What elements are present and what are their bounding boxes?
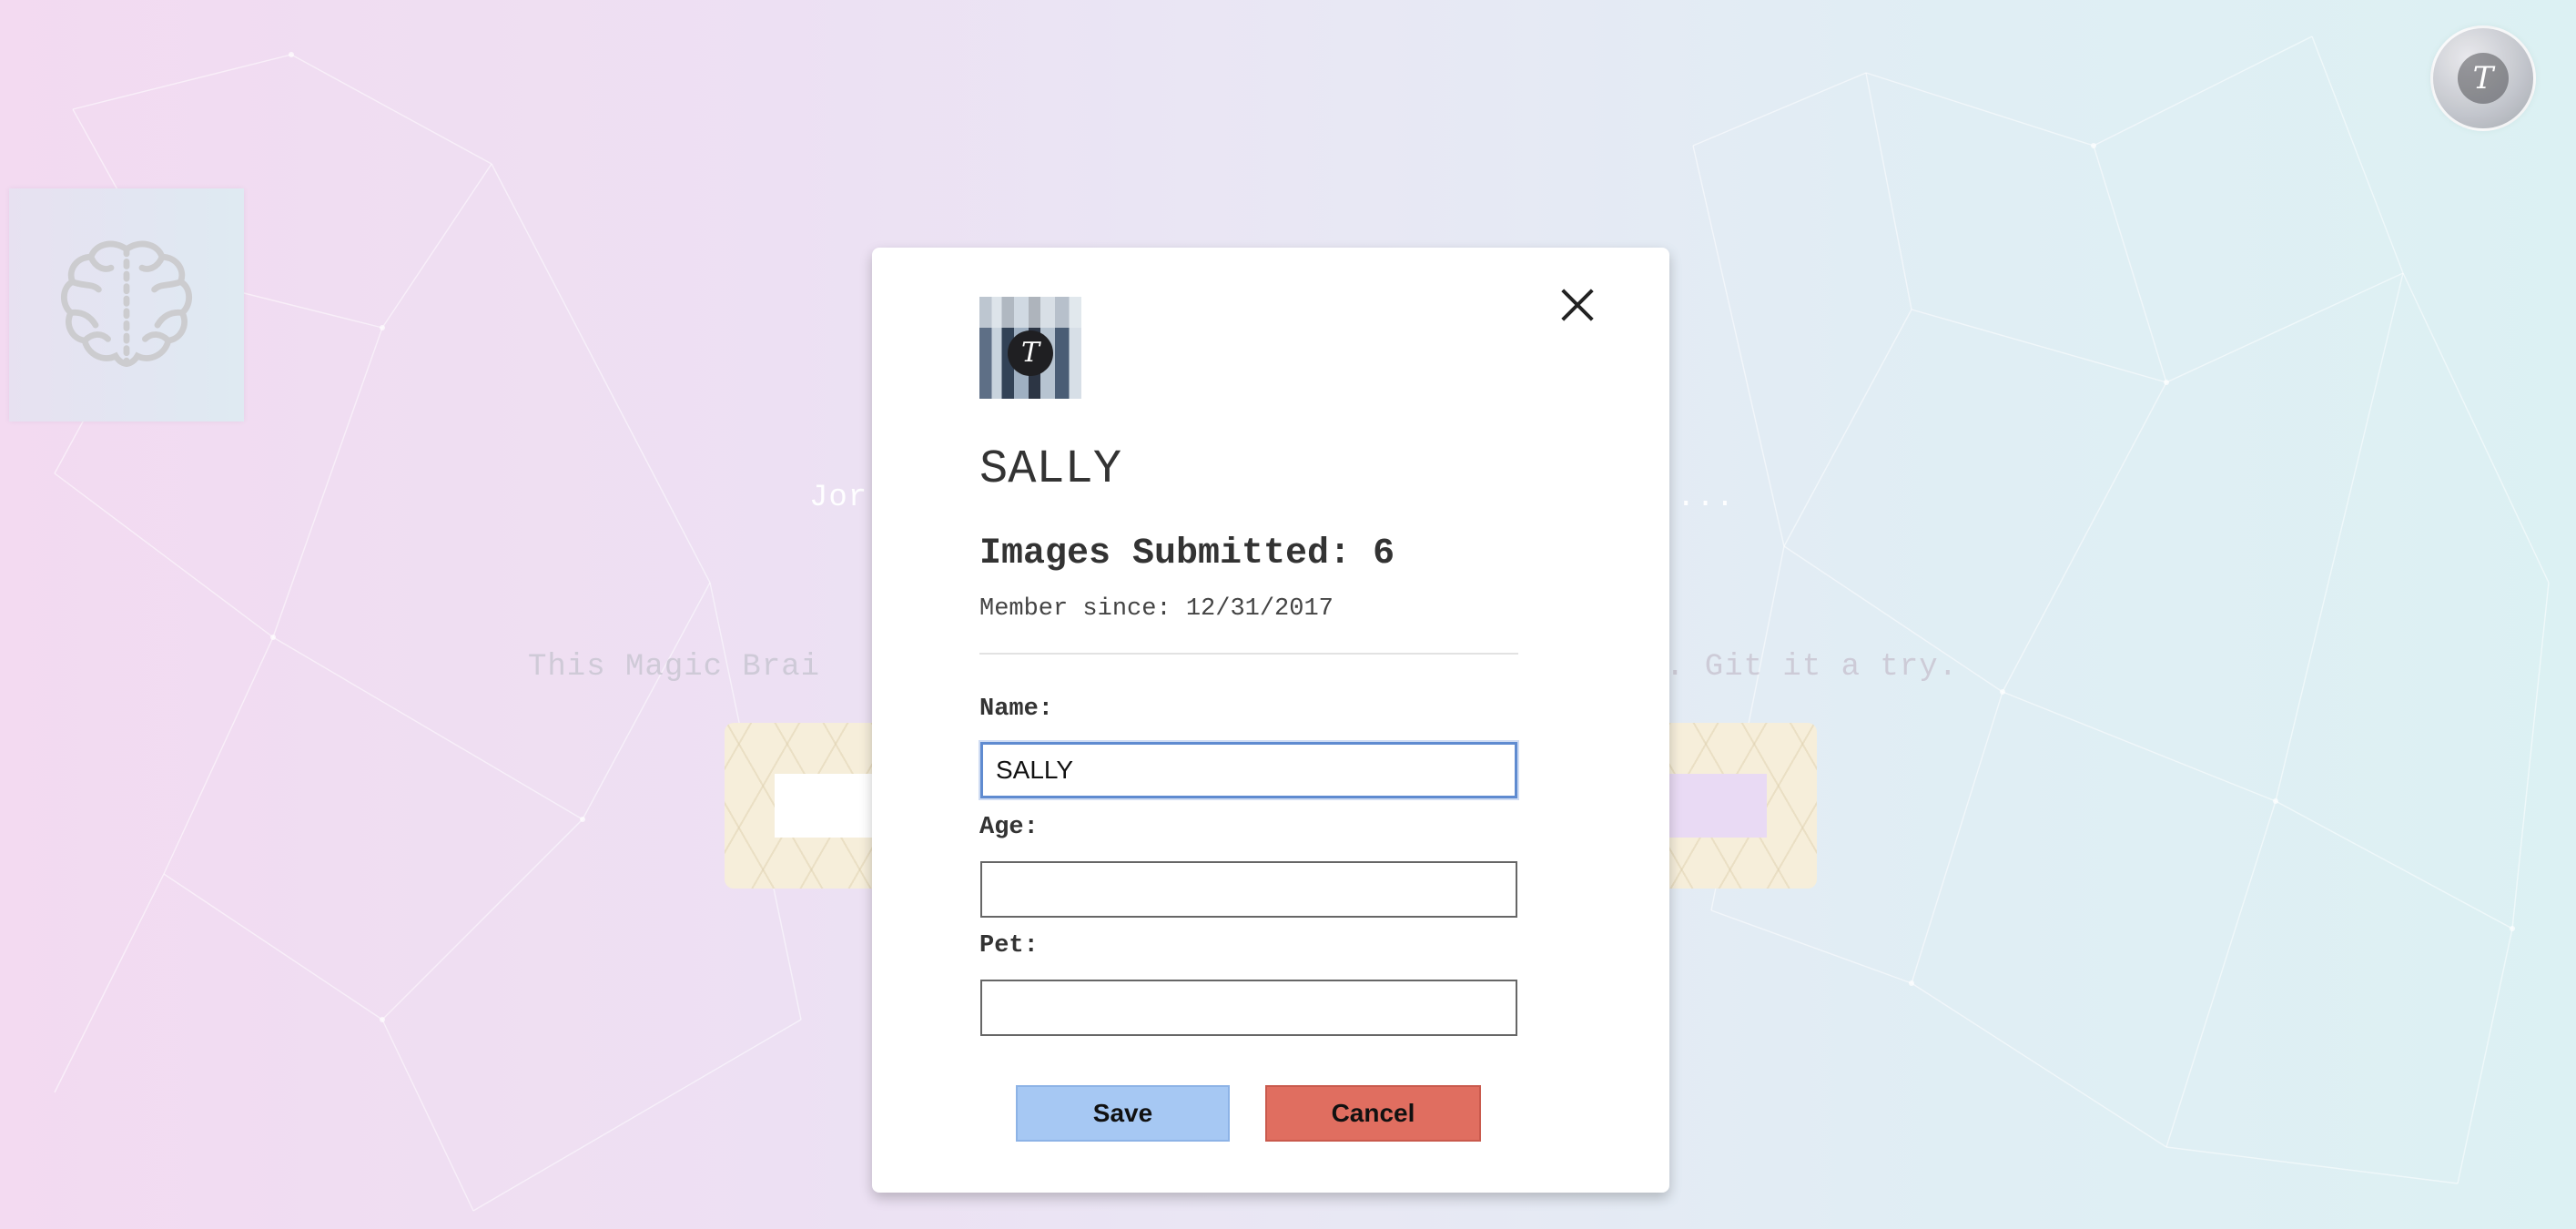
save-button[interactable]: Save [1016, 1085, 1230, 1142]
avatar-image-strip [979, 297, 1081, 328]
cancel-button[interactable]: Cancel [1265, 1085, 1481, 1142]
pet-label: Pet: [979, 932, 1039, 960]
name-label: Name: [979, 696, 1054, 723]
age-label: Age: [979, 814, 1039, 841]
pet-input[interactable] [980, 980, 1517, 1036]
name-input[interactable] [980, 742, 1517, 798]
age-input[interactable] [980, 861, 1517, 918]
modal-avatar-letter: T [1008, 330, 1053, 376]
images-submitted-count: Images Submitted: 6 [979, 533, 1395, 574]
close-icon[interactable] [1553, 280, 1602, 330]
modal-divider [979, 653, 1518, 655]
profile-name-heading: SALLY [979, 442, 1122, 496]
member-since-date: Member since: 12/31/2017 [979, 595, 1334, 623]
modal-avatar: T [979, 297, 1081, 399]
